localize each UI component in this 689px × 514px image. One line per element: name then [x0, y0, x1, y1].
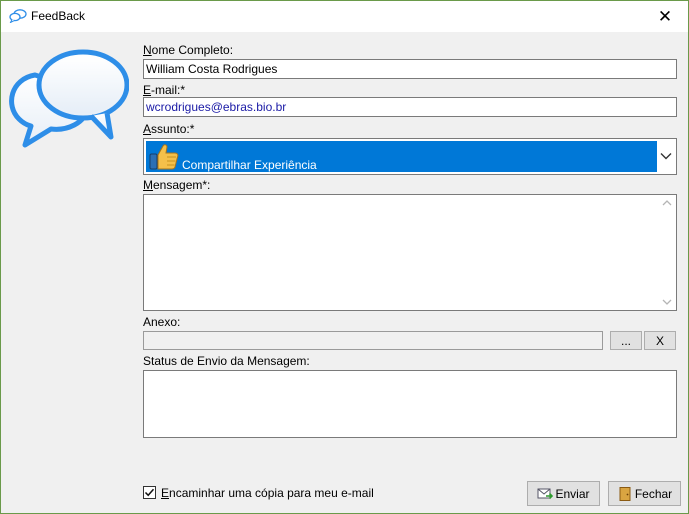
status-label: Status de Envio da Mensagem: — [143, 354, 310, 368]
message-textarea[interactable] — [143, 194, 677, 311]
thumbs-up-icon — [149, 144, 179, 170]
subject-label: Assunto:* — [143, 122, 195, 136]
name-input[interactable]: William Costa Rodrigues — [143, 59, 677, 79]
send-copy-checkbox[interactable] — [143, 486, 156, 499]
email-input[interactable]: wcrodrigues@ebras.bio.br — [143, 97, 677, 117]
status-textarea[interactable] — [143, 370, 677, 438]
checkmark-icon — [144, 488, 155, 497]
attachment-path-field[interactable] — [143, 331, 603, 350]
name-label: Nome Completo: — [143, 43, 234, 57]
envelope-send-icon — [537, 488, 554, 499]
chevron-down-icon[interactable] — [660, 151, 672, 161]
message-label: Mensagem*: — [143, 178, 211, 192]
send-button[interactable]: Enviar — [527, 481, 600, 506]
browse-attachment-button[interactable]: ... — [610, 331, 642, 350]
close-button[interactable]: Fechar — [608, 481, 681, 506]
subject-select[interactable]: Compartilhar Experiência — [143, 138, 677, 175]
close-window-button[interactable]: ✕ — [642, 1, 688, 32]
scroll-down-icon[interactable] — [662, 298, 672, 306]
close-icon: ✕ — [657, 6, 673, 26]
door-exit-icon — [619, 486, 631, 501]
subject-selected-option[interactable]: Compartilhar Experiência — [146, 141, 657, 172]
subject-selected-text: Compartilhar Experiência — [182, 158, 317, 172]
email-label: E-mail:* — [143, 83, 186, 97]
attachment-label: Anexo: — [143, 315, 181, 329]
send-button-label: Enviar — [555, 486, 590, 501]
title-bar: FeedBack ✕ — [1, 1, 688, 32]
chat-bubbles-illustration-icon — [9, 49, 129, 148]
close-button-label: Fechar — [634, 486, 673, 501]
window-title: FeedBack — [31, 9, 86, 23]
chat-bubbles-icon — [9, 9, 27, 23]
send-copy-label[interactable]: Encaminhar uma cópia para meu e-mail — [161, 486, 374, 500]
clear-attachment-button[interactable]: X — [644, 331, 676, 350]
scroll-up-icon[interactable] — [662, 199, 672, 207]
feedback-window: FeedBack ✕ Nome Completo: William Costa … — [0, 0, 689, 514]
